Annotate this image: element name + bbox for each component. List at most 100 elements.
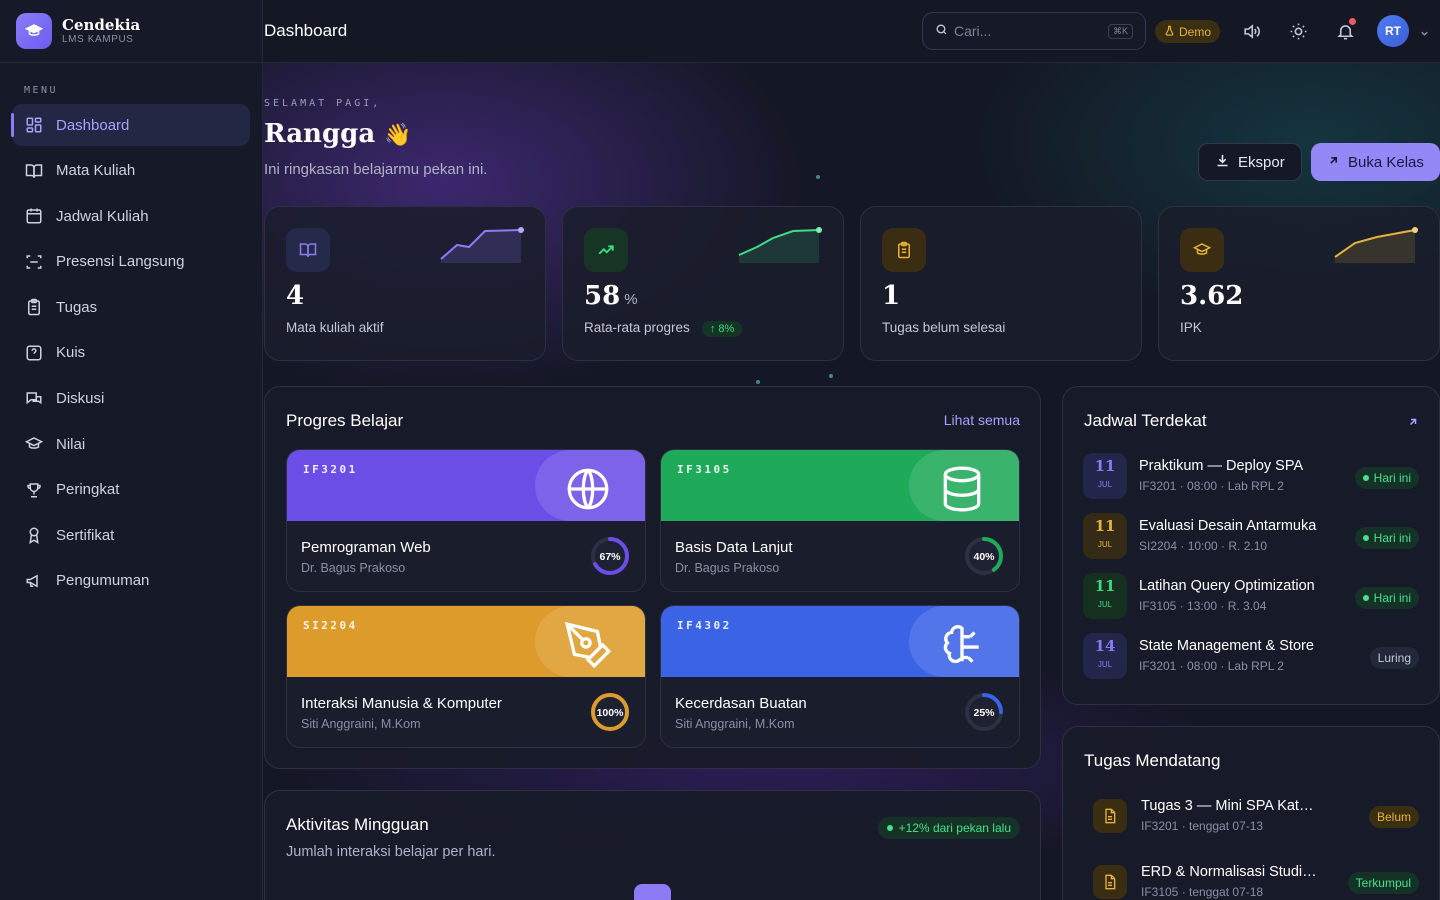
sidebar-item-diskusi[interactable]: Diskusi	[12, 378, 250, 420]
see-all-link[interactable]: Lihat semua	[944, 412, 1020, 428]
course-card[interactable]: IF3105 Basis Data Lanjut Dr. Bagus Prako…	[660, 449, 1020, 592]
arrow-up-right-icon[interactable]	[1407, 415, 1419, 433]
sidebar-item-label: Dashboard	[56, 116, 130, 134]
document-icon	[1093, 865, 1127, 899]
sidebar-item-tugas[interactable]: Tugas	[12, 286, 250, 328]
date-month: JUL	[1097, 660, 1113, 669]
schedule-item[interactable]: 11 JUL Latihan Query Optimization IF3105 …	[1083, 573, 1419, 621]
schedule-panel: Jadwal Terdekat 11 JUL Praktikum — Deploy…	[1062, 386, 1440, 705]
sidebar-item-label: Presensi Langsung	[56, 253, 185, 271]
volume-icon[interactable]	[1240, 20, 1262, 42]
sidebar-item-nilai[interactable]: Nilai	[12, 423, 250, 465]
status-badge: Luring	[1369, 647, 1419, 669]
status-text: Luring	[1377, 651, 1411, 665]
activity-panel: Aktivitas Mingguan Jumlah interaksi bela…	[264, 790, 1041, 900]
calendar-icon	[24, 206, 44, 226]
schedule-item[interactable]: 11 JUL Evaluasi Desain Antarmuka SI2204 ·…	[1083, 513, 1419, 561]
schedule-item[interactable]: 11 JUL Praktikum — Deploy SPA IF3201 · 08…	[1083, 453, 1419, 501]
page-title: Dashboard	[264, 21, 348, 40]
stat-number: 1	[882, 281, 901, 311]
schedule-item[interactable]: 14 JUL State Management & Store IF3201 · …	[1083, 633, 1419, 681]
sidebar-item-jadwal-kuliah[interactable]: Jadwal Kuliah	[12, 195, 250, 237]
demo-badge[interactable]: Demo	[1155, 20, 1221, 43]
progress-label: 40%	[973, 551, 995, 563]
schedule-title: Latihan Query Optimization	[1139, 578, 1315, 594]
stat-card-progress[interactable]: 58% Rata-rata progres ↑ 8%	[562, 206, 844, 361]
growth-text: +12% dari pekan lalu	[898, 821, 1011, 835]
sidebar-item-sertifikat[interactable]: Sertifikat	[12, 514, 250, 556]
status-dot	[1362, 595, 1369, 601]
activity-bar	[634, 884, 671, 900]
schedule-title: Praktikum — Deploy SPA	[1139, 458, 1304, 474]
book-icon	[24, 161, 44, 181]
status-badge: Hari ini	[1354, 587, 1419, 609]
status-text: Hari ini	[1373, 591, 1411, 605]
stat-unit: %	[624, 291, 638, 308]
stat-value: 1	[882, 281, 900, 311]
award-icon	[24, 525, 44, 545]
course-code: IF3201	[303, 463, 358, 476]
course-lecturer: Siti Anggraini, M.Kom	[301, 717, 421, 731]
sidebar-item-peringkat[interactable]: Peringkat	[12, 469, 250, 511]
status-text: Hari ini	[1373, 531, 1411, 545]
decor-dot	[756, 380, 760, 384]
megaphone-icon	[24, 571, 44, 591]
stat-value: 3.62	[1180, 281, 1243, 311]
status-dot	[886, 825, 893, 831]
sidebar-item-label: Peringkat	[56, 481, 120, 499]
sidebar-item-kuis[interactable]: Kuis	[12, 332, 250, 374]
sidebar-item-label: Jadwal Kuliah	[56, 207, 149, 225]
export-button[interactable]: Ekspor	[1198, 143, 1302, 181]
sun-icon[interactable]	[1287, 20, 1309, 42]
stat-label: Mata kuliah aktif	[286, 320, 384, 335]
main-content: SELAMAT PAGI, Rangga 👋 Ini ringkasan bel…	[263, 63, 1440, 900]
sidebar-item-mata-kuliah[interactable]: Mata Kuliah	[12, 150, 250, 192]
search-box[interactable]: ⌘K	[922, 12, 1146, 50]
task-item[interactable]: Tugas 3 — Mini SPA Katalog IF3201 · teng…	[1093, 797, 1419, 841]
flask-icon	[1164, 25, 1175, 39]
stat-label-text: Rata-rata progres	[584, 320, 690, 335]
grid-icon	[24, 115, 44, 135]
shortcut-hint: ⌘K	[1107, 24, 1133, 39]
stat-card-gpa[interactable]: 3.62 IPK	[1158, 206, 1440, 361]
task-item[interactable]: ERD & Normalisasi Studi Kasus IF3105 · t…	[1093, 863, 1419, 900]
progress-label: 100%	[597, 707, 625, 719]
document-icon	[1093, 799, 1127, 833]
date-day: 11	[1094, 457, 1116, 475]
sidebar-item-pengumuman[interactable]: Pengumuman	[12, 560, 250, 602]
graduation-cap-icon	[24, 434, 44, 454]
search-input[interactable]	[954, 23, 1104, 39]
decor-dot	[816, 175, 820, 179]
course-band: IF3201	[287, 450, 645, 521]
brand[interactable]: Cendekia LMS KAMPUS	[0, 0, 262, 63]
user-name-text: Rangga	[264, 119, 376, 149]
course-band: IF4302	[661, 606, 1019, 677]
sidebar-item-dashboard[interactable]: Dashboard	[11, 104, 250, 146]
chevron-down-icon[interactable]	[1419, 26, 1430, 44]
sidebar-item-label: Pengumuman	[56, 572, 150, 590]
progress-ring: 67%	[591, 537, 629, 575]
course-card[interactable]: SI2204 Interaksi Manusia & Komputer Siti…	[286, 605, 646, 748]
panel-title: Jadwal Terdekat	[1084, 411, 1207, 430]
sparkline	[738, 227, 822, 263]
course-code: IF3105	[677, 463, 732, 476]
stat-number: 4	[286, 281, 305, 311]
date-chip: 11 JUL	[1083, 453, 1127, 499]
bell-icon[interactable]	[1334, 18, 1356, 42]
sidebar-item-label: Diskusi	[56, 390, 105, 408]
scan-icon	[24, 252, 44, 272]
brand-subtitle: LMS KAMPUS	[62, 34, 134, 45]
progress-ring: 40%	[965, 537, 1003, 575]
date-month: JUL	[1097, 600, 1113, 609]
course-card[interactable]: IF4302 Kecerdasan Buatan Siti Anggraini,…	[660, 605, 1020, 748]
panel-title: Aktivitas Mingguan	[286, 815, 429, 834]
sidebar-item-presensi-langsung[interactable]: Presensi Langsung	[12, 241, 250, 283]
brain-icon	[937, 620, 987, 675]
user-name: Rangga 👋	[264, 119, 412, 149]
stat-card-tasks[interactable]: 1 Tugas belum selesai	[860, 206, 1142, 361]
course-card[interactable]: IF3201 Pemrograman Web Dr. Bagus Prakoso…	[286, 449, 646, 592]
chat-icon	[24, 389, 44, 409]
avatar[interactable]: RT	[1377, 15, 1409, 47]
open-class-button[interactable]: Buka Kelas	[1311, 143, 1440, 181]
stat-card-courses[interactable]: 4 Mata kuliah aktif	[264, 206, 546, 361]
